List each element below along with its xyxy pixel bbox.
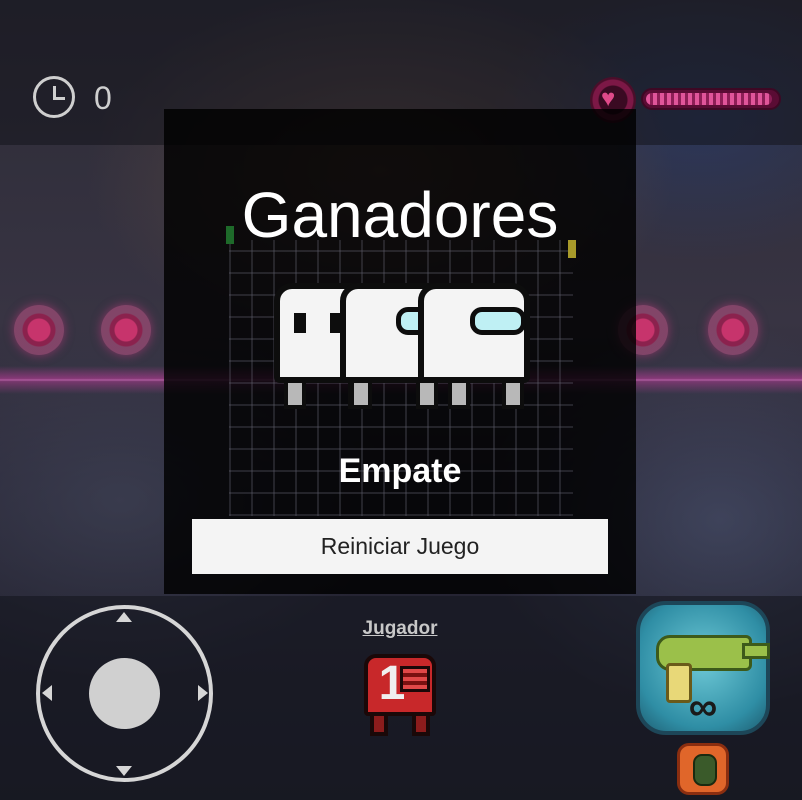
player-badge: 1 — [364, 654, 436, 738]
orb-light — [708, 305, 758, 355]
grenade-icon — [693, 754, 717, 786]
orb-light — [101, 305, 151, 355]
joystick-left-arrow-icon — [42, 685, 52, 701]
player-number: 1 — [378, 657, 406, 710]
result-text: Empate — [338, 452, 462, 490]
joystick-down-arrow-icon — [116, 766, 132, 776]
clock-icon — [33, 76, 75, 118]
ammo-count: ∞ — [688, 685, 718, 729]
timer-value: 0 — [94, 80, 112, 116]
crewmate-ghost-icon — [418, 275, 530, 411]
joystick-knob[interactable] — [89, 658, 160, 729]
joystick-up-arrow-icon — [116, 612, 132, 622]
winners-ghosts — [274, 275, 530, 415]
joystick-right-arrow-icon — [198, 685, 208, 701]
weapon-button[interactable]: ∞ — [636, 601, 770, 735]
grenade-button[interactable] — [677, 743, 729, 795]
health-bar-fill — [646, 93, 772, 105]
health-bar — [641, 88, 781, 110]
dialog-title: Ganadores — [241, 179, 559, 251]
restart-button[interactable]: Reiniciar Juego — [192, 519, 608, 574]
orb-light — [14, 305, 64, 355]
player-label: Jugador — [362, 618, 438, 639]
